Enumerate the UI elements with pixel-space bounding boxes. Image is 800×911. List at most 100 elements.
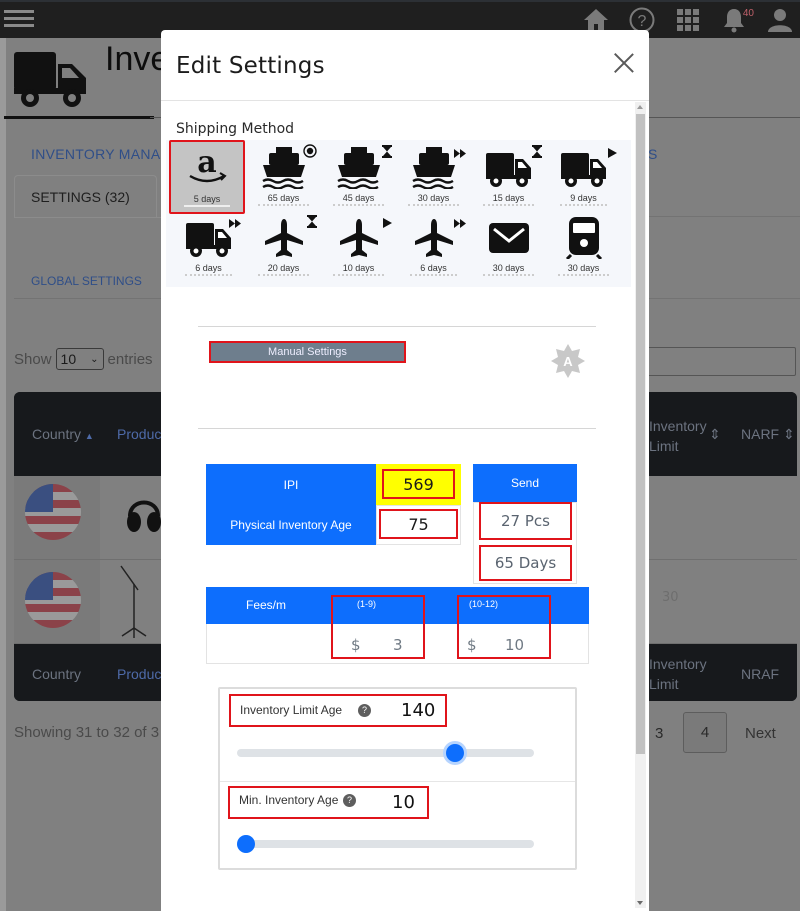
shipping-method-option[interactable]: 45 days — [321, 143, 396, 213]
left-strip — [0, 38, 6, 911]
train-icon — [561, 217, 607, 261]
fee-tier-1-value[interactable]: 3 — [393, 636, 403, 654]
age-slider-panel: Inventory Limit Age ? 140 Min. Inventory… — [218, 687, 577, 870]
row-value: 30 — [662, 590, 679, 605]
help-icon[interactable]: ? — [343, 794, 356, 807]
fast-forward-icon — [228, 213, 242, 232]
physical-age-value[interactable]: 75 — [379, 509, 458, 539]
plane-icon — [336, 217, 392, 259]
shipping-method-option[interactable]: 10 days — [321, 213, 396, 281]
scroll-thumb[interactable] — [636, 114, 645, 754]
min-inventory-age-box: Min. Inventory Age ? 10 — [228, 786, 429, 819]
physical-age-label: Physical Inventory Age — [206, 505, 376, 545]
svg-text:a: a — [197, 146, 216, 180]
modal-scrollbar[interactable] — [635, 102, 646, 908]
tab-settings[interactable]: SETTINGS (32) — [14, 175, 157, 217]
fee-tier-1-range: (1-9) — [357, 599, 377, 609]
min-inventory-age-slider[interactable] — [237, 835, 534, 853]
svg-text:?: ? — [638, 13, 647, 30]
truck-icon — [485, 145, 542, 189]
header-label: Country — [32, 426, 82, 442]
footer-product: Produc — [117, 666, 162, 682]
auto-badge-icon[interactable]: A — [550, 343, 586, 379]
ship-icon — [336, 145, 392, 190]
truck-icon — [14, 52, 88, 112]
global-settings-link[interactable]: GLOBAL SETTINGS — [31, 274, 142, 288]
shipping-method-option[interactable]: 30 days — [396, 143, 471, 213]
send-label: Send — [473, 464, 577, 502]
menu-icon[interactable] — [2, 6, 38, 36]
plane-icon — [411, 217, 466, 259]
next-page-button[interactable]: Next — [745, 725, 776, 742]
inventory-limit-age-slider[interactable] — [237, 744, 534, 762]
min-inventory-age-value: 10 — [392, 792, 415, 813]
send-days-value[interactable]: 65 Days — [479, 545, 572, 581]
ship-icon — [411, 147, 466, 190]
fees-label: Fees/m — [246, 598, 287, 612]
min-inventory-age-label: Min. Inventory Age — [239, 793, 339, 807]
column-header-product[interactable]: Produc — [117, 426, 161, 442]
ipi-value[interactable]: 569 — [382, 469, 455, 499]
us-flag-icon — [25, 484, 81, 540]
search-input[interactable] — [640, 347, 796, 376]
headphones-image — [124, 490, 164, 546]
shipping-method-option[interactable]: 15 days — [471, 143, 546, 213]
slider-thumb[interactable] — [446, 744, 465, 762]
fee-tier-1-currency: $ — [351, 636, 361, 654]
shipping-method-option[interactable]: 9 days — [546, 143, 621, 213]
shipping-method-option[interactable]: 6 days — [171, 213, 246, 281]
show-entries: Show 10 ⌄ entries — [14, 348, 153, 370]
fast-forward-icon — [453, 143, 467, 162]
chevron-down-icon: ⌄ — [90, 353, 99, 365]
shipping-method-grid: a 5 days 65 days 45 days 30 days 15 days 9 day… — [166, 140, 631, 287]
inventory-limit-age-box: Inventory Limit Age ? 140 — [229, 694, 447, 727]
hourglass-icon — [531, 143, 542, 162]
page-4-button[interactable]: 4 — [683, 712, 727, 753]
column-header-inventory-limit[interactable]: Inventory Limit — [649, 416, 709, 456]
footer-nraf: NRAF — [741, 666, 780, 682]
shipping-days: 9 days — [560, 193, 607, 206]
scroll-down-arrow[interactable] — [637, 901, 643, 905]
title-underline — [4, 116, 154, 119]
header-label: NARF — [741, 426, 780, 442]
entries-value: 10 — [60, 351, 77, 367]
manual-settings-button[interactable]: Manual Settings — [209, 341, 406, 363]
record-icon — [302, 143, 317, 162]
shipping-days: 30 days — [482, 263, 535, 276]
breadcrumb-tail[interactable]: S — [648, 146, 657, 162]
shipping-method-option[interactable]: 65 days — [246, 143, 321, 213]
page-3-button[interactable]: 3 — [655, 725, 663, 742]
column-header-narf[interactable]: NARF ⇕ — [741, 426, 795, 443]
help-icon[interactable]: ? — [358, 704, 371, 717]
user-icon[interactable] — [766, 6, 794, 34]
shipping-method-option[interactable]: 20 days — [246, 213, 321, 281]
shipping-method-option[interactable]: a 5 days — [169, 140, 245, 214]
bell-icon[interactable]: 40 — [720, 6, 754, 34]
shipping-method-option[interactable]: 30 days — [546, 213, 621, 281]
page-title: Inve — [105, 40, 170, 78]
shipping-method-option[interactable]: 6 days — [396, 213, 471, 281]
column-header-country[interactable]: Country ▲ — [32, 426, 94, 442]
shipping-days: 45 days — [332, 193, 385, 206]
entries-select[interactable]: 10 ⌄ — [55, 348, 104, 370]
send-pcs-value[interactable]: 27 Pcs — [479, 502, 572, 540]
hourglass-icon — [381, 143, 392, 162]
shipping-method-option[interactable]: 30 days — [471, 213, 546, 281]
shipping-days: 6 days — [410, 263, 457, 276]
edit-settings-modal: Edit Settings Shipping Method a 5 days 65 … — [161, 30, 649, 911]
shipping-days: 5 days — [183, 194, 231, 207]
apps-grid-icon[interactable] — [674, 6, 702, 34]
inventory-limit-age-label: Inventory Limit Age — [240, 703, 343, 717]
breadcrumb[interactable]: INVENTORY MANA — [31, 146, 160, 162]
close-icon[interactable] — [613, 52, 635, 74]
footer-inventory-limit: Inventory Limit — [649, 656, 707, 692]
fee-tier-1[interactable] — [331, 595, 425, 659]
scroll-up-arrow[interactable] — [637, 105, 643, 109]
modal-title: Edit Settings — [176, 53, 325, 79]
fee-tier-2-value[interactable]: 10 — [505, 636, 524, 654]
shipping-days: 65 days — [257, 193, 310, 206]
play-icon — [607, 143, 617, 162]
sort-icon: ⇕ — [709, 426, 721, 442]
footer-country: Country — [32, 666, 82, 682]
slider-thumb[interactable] — [237, 835, 255, 853]
